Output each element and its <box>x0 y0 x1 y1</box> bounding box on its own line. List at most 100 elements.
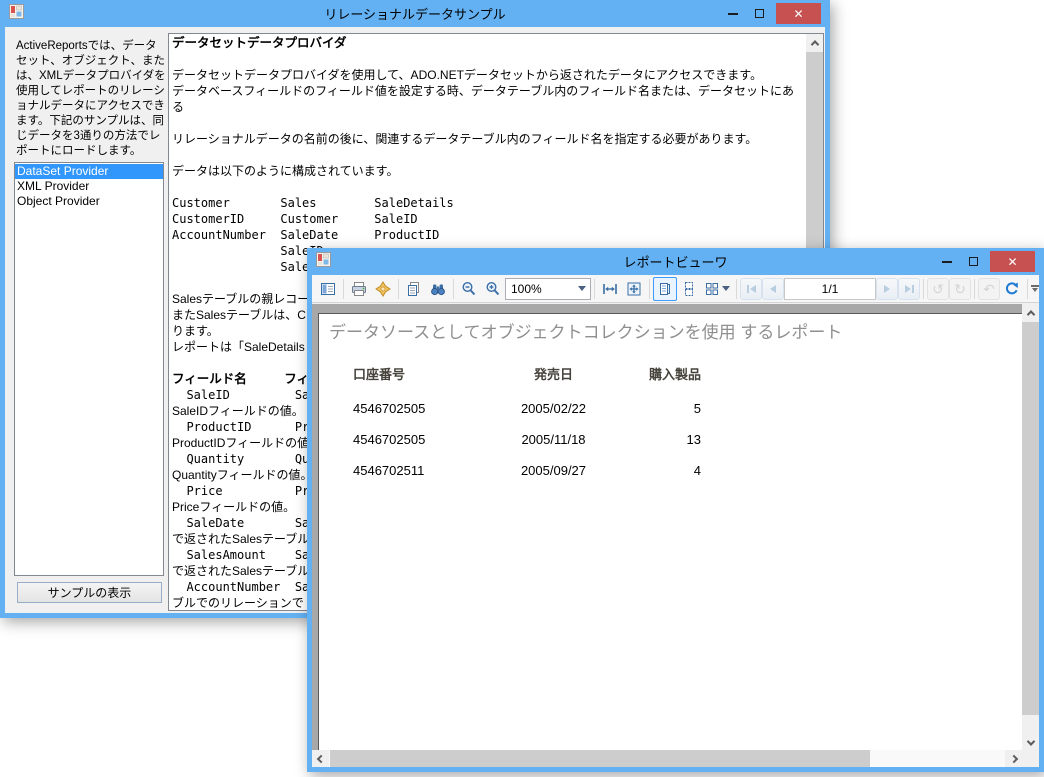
toolbar-overflow-button[interactable] <box>1031 285 1039 292</box>
chevron-right-icon <box>1009 754 1018 763</box>
text-line: リレーショナルデータの名前の後に、関連するデータテーブル内のフィールド名を指定す… <box>172 132 758 146</box>
next-page-button[interactable] <box>876 277 898 300</box>
scroll-up-button[interactable] <box>1022 304 1039 321</box>
scroll-right-button[interactable] <box>1005 750 1022 767</box>
text-line: データセットデータプロバイダ <box>172 36 347 50</box>
window-title: リレーショナルデータサンプル <box>324 7 506 22</box>
last-page-button[interactable] <box>898 277 920 300</box>
back-button[interactable]: ↶ <box>978 277 1000 300</box>
table-row: 4546702505 2005/11/18 13 <box>353 432 701 463</box>
minimize-button[interactable] <box>933 251 960 272</box>
separator <box>398 278 399 299</box>
minimize-icon <box>727 12 738 15</box>
separator <box>736 278 737 299</box>
separator <box>649 278 650 299</box>
scroll-up-button[interactable] <box>806 34 823 51</box>
close-icon: ✕ <box>793 6 804 21</box>
text-line: Customer Sales SaleDetails <box>172 196 454 210</box>
zoom-out-button[interactable] <box>457 277 481 301</box>
list-item[interactable]: DataSet Provider <box>15 164 163 179</box>
report-viewer-titlebar[interactable]: レポートビューワ ✕ <box>307 248 1044 275</box>
text-line: る <box>172 100 185 114</box>
quantity-cell: 4 <box>693 463 701 478</box>
text-line: AccountNumber SaleDate ProductID <box>172 228 440 242</box>
single-page-view-button[interactable] <box>653 276 677 301</box>
print-icon <box>352 281 366 296</box>
fit-whole-page-icon <box>627 282 641 295</box>
table-header-row: 口座番号 発売日 購入製品 <box>353 364 701 383</box>
app-icon <box>316 251 331 272</box>
table-rows: 4546702505 2005/02/22 5 4546702505 2005/… <box>353 401 701 494</box>
copy-button[interactable] <box>402 277 426 301</box>
column-header: 購入製品 <box>648 367 701 382</box>
copy-icon <box>408 281 419 296</box>
viewer-vertical-scrollbar[interactable] <box>1022 304 1039 751</box>
history-forward-button[interactable]: ↻ <box>949 277 971 300</box>
minimize-button[interactable] <box>719 3 746 24</box>
provider-listbox[interactable]: DataSet Provider XML Provider Object Provi… <box>14 162 164 576</box>
zoom-level-combo[interactable]: 100% <box>505 277 591 300</box>
scrollbar-thumb[interactable] <box>1022 322 1039 715</box>
page-indicator: 1/1 <box>821 281 839 296</box>
report-page: データソースとしてオブジェクトコレクションを使用 するレポート 口座番号 発売日… <box>318 313 1039 767</box>
viewer-horizontal-scrollbar[interactable] <box>312 750 1022 767</box>
column-header: 口座番号 <box>353 367 406 382</box>
viewer-toolbar: 100% 1/1 ↺ ↻ ↶ <box>312 275 1039 303</box>
quantity-cell: 13 <box>686 432 701 447</box>
scrollbar-thumb[interactable] <box>330 750 870 767</box>
scroll-left-button[interactable] <box>312 750 329 767</box>
separator <box>453 278 454 299</box>
continuous-view-button[interactable] <box>677 277 701 301</box>
single-page-view-icon <box>660 282 670 295</box>
refresh-button[interactable] <box>1000 277 1024 301</box>
previous-page-button[interactable] <box>762 277 784 300</box>
info-label: ActiveReportsでは、データセット、オブジェクト、または、XMLデータ… <box>16 40 166 157</box>
separator <box>1027 278 1028 299</box>
fit-whole-page-button[interactable] <box>622 277 646 301</box>
text-line: データは以下のように構成されています。 <box>172 164 399 178</box>
account-number-cell: 4546702511 <box>353 463 425 478</box>
list-item[interactable]: XML Provider <box>15 179 163 194</box>
annotations-button[interactable] <box>371 277 395 301</box>
show-sample-button[interactable]: サンプルの表示 <box>17 582 162 603</box>
maximize-icon <box>969 257 978 266</box>
history-back-icon: ↺ <box>932 280 944 297</box>
chevron-up-icon <box>1026 309 1035 319</box>
table-row: 4546702511 2005/09/27 4 <box>353 463 701 494</box>
maximize-button[interactable] <box>746 3 773 24</box>
separator <box>923 278 924 299</box>
previous-page-icon <box>770 284 776 293</box>
table-of-contents-icon <box>321 282 335 295</box>
multiple-pages-view-button[interactable] <box>701 277 733 301</box>
sample-window-titlebar[interactable]: リレーショナルデータサンプル ✕ <box>0 0 830 27</box>
table-of-contents-button[interactable] <box>316 277 340 301</box>
text-line: CustomerID Customer SaleID <box>172 212 418 226</box>
close-button[interactable]: ✕ <box>776 3 821 24</box>
zoom-in-button[interactable] <box>481 277 505 301</box>
history-back-button[interactable]: ↺ <box>927 277 949 300</box>
list-item[interactable]: Object Provider <box>15 194 163 209</box>
scroll-down-button[interactable] <box>1022 734 1039 751</box>
fit-page-width-button[interactable] <box>598 277 622 301</box>
report-table: 口座番号 発売日 購入製品 4546702505 2005/02/22 5 45… <box>353 364 701 494</box>
scrollbar-corner <box>1022 750 1039 767</box>
maximize-icon <box>755 9 764 18</box>
maximize-button[interactable] <box>960 251 987 272</box>
text-line <box>172 51 805 67</box>
multiple-pages-view-icon <box>706 282 718 295</box>
close-button[interactable]: ✕ <box>990 251 1035 272</box>
sale-date-cell: 2005/11/18 <box>521 432 586 447</box>
page-number-box[interactable]: 1/1 <box>784 277 876 300</box>
zoom-out-icon <box>462 281 476 295</box>
chevron-down-icon <box>1026 736 1035 746</box>
close-icon: ✕ <box>1007 254 1018 269</box>
find-icon <box>431 284 445 295</box>
first-page-button[interactable] <box>740 277 762 300</box>
chevron-down-icon <box>578 286 586 291</box>
find-button[interactable] <box>426 277 450 301</box>
print-button[interactable] <box>347 277 371 301</box>
chevron-down-icon <box>722 286 730 291</box>
zoom-in-icon <box>486 281 500 295</box>
refresh-icon <box>1005 281 1018 294</box>
separator <box>974 278 975 299</box>
